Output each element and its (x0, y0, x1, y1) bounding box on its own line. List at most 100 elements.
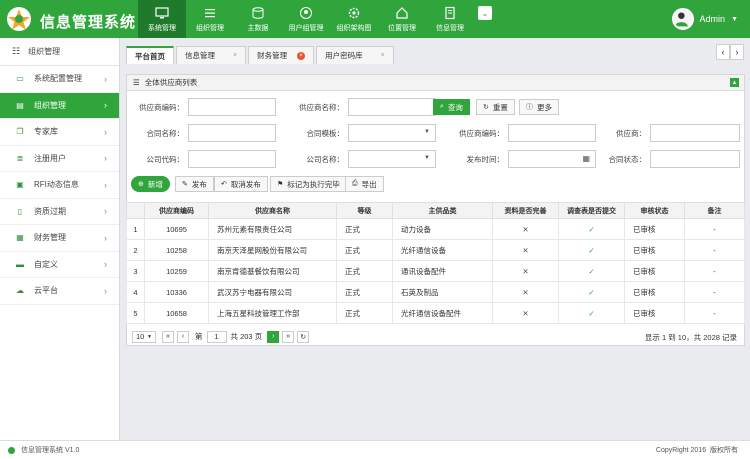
user-menu[interactable]: Admin ▼ (671, 8, 738, 30)
chevron-right-icon: › (104, 179, 107, 190)
footer-rights: 版权所有 (710, 447, 738, 454)
col-complete[interactable]: 资料是否完善 (492, 202, 559, 219)
add-button[interactable]: ⊕ 新增 (131, 176, 170, 192)
cross-icon: ✕ (492, 302, 559, 324)
chevron-left-icon: ‹ (181, 333, 185, 340)
contract-status-input[interactable] (650, 150, 740, 168)
undo-icon: ↶ (221, 181, 227, 188)
list-icon: ≣ (16, 153, 24, 163)
tab-nav: ‹ › (716, 44, 744, 60)
sidebar-item-rfi[interactable]: ▣ RFI动态信息 › (0, 172, 119, 199)
table-row[interactable]: 2 10258 南京天泽星网股份有限公司 正式 光纤通信设备 ✕ ✓ 已审核 - (126, 239, 745, 261)
chevron-right-icon: › (104, 259, 107, 270)
nav-org-management[interactable]: 组织管理 (186, 0, 234, 38)
company-code-input[interactable] (188, 150, 276, 168)
nav-user-group[interactable]: 用户组管理 (282, 0, 330, 38)
chevron-right-icon: › (104, 126, 107, 137)
close-icon[interactable]: × (297, 51, 306, 60)
tab-home[interactable]: 平台首页 (126, 46, 174, 64)
pagination: 10 ▼ « ‹ 第 1 共 203 页 › » ↻ 显示 1 到 10，共 20… (126, 327, 745, 346)
page-input[interactable]: 1 (206, 330, 227, 343)
contract-template-select[interactable]: ▼ (348, 124, 436, 142)
nav-more-button[interactable]: ⌄ (478, 6, 492, 20)
check-icon: ✓ (558, 302, 625, 324)
more-button[interactable]: ⓘ 更多 (519, 99, 559, 115)
filter-row-3: 公司代码： 公司名称： ▼ 发布时间： ▦ 合同状态： (130, 150, 740, 168)
sidebar: ☷ 组织管理 ▭ 系统配置管理 › ▤ 组织管理 › ❐ 专家库 › ≣ 注册用户 › ▣ RFI… (0, 38, 120, 440)
table-row[interactable]: 3 10259 南京肯德基餐饮有限公司 正式 通讯设备配件 ✕ ✓ 已审核 - (126, 260, 745, 282)
table-row[interactable]: 4 10336 武汉苏宁电器有限公司 正式 石英及制品 ✕ ✓ 已审核 - (126, 281, 745, 303)
supplier-input[interactable] (650, 124, 740, 142)
col-category[interactable]: 主供品类 (392, 202, 493, 219)
publish-button[interactable]: ✎ 发布 (175, 176, 214, 192)
close-icon[interactable]: × (381, 52, 385, 59)
close-icon[interactable]: × (233, 52, 237, 59)
col-status[interactable]: 审核状态 (624, 202, 685, 219)
col-note[interactable]: 备注 (684, 202, 745, 219)
cancel-publish-button[interactable]: ↶ 取消发布 (214, 176, 268, 192)
tab-finance[interactable]: 财务管理 × (248, 46, 315, 64)
nav-info-management[interactable]: 信息管理 (426, 0, 474, 38)
export-button[interactable]: ⎙ 导出 (345, 176, 384, 192)
sidebar-item-experts[interactable]: ❐ 专家库 › (0, 119, 119, 146)
collapse-button[interactable]: ▲ (730, 78, 739, 87)
supplier-code-input[interactable] (188, 98, 276, 116)
mark-done-button[interactable]: ⚑ 标记为执行完毕 (270, 176, 347, 192)
sidebar-item-registered-users[interactable]: ≣ 注册用户 › (0, 146, 119, 172)
top-bar: 信息管理系统 系统管理 组织管理 主数据 用户组管理 组织架构图 位置管理 信息… (0, 0, 750, 38)
sidebar-item-org-management[interactable]: ▤ 组织管理 › (0, 92, 119, 119)
filter-row-2: 合同名称： 合同模板： ▼ 供应商编码： 供应商： (130, 124, 740, 142)
sidebar-item-system-config[interactable]: ▭ 系统配置管理 › (0, 66, 119, 93)
publish-time-input[interactable]: ▦ (508, 150, 596, 168)
query-button[interactable]: ⌕ 查询 (433, 99, 470, 115)
cross-icon: ✕ (492, 260, 559, 282)
chevron-right-icon: › (104, 100, 107, 111)
chevron-right-icon: › (272, 333, 275, 340)
sidebar-item-expired[interactable]: ▯ 资质过期 › (0, 199, 119, 225)
tab-info-management[interactable]: 信息管理 × (176, 46, 247, 64)
col-submitted[interactable]: 调查表是否提交 (558, 202, 625, 219)
tab-prev-button[interactable]: ‹ (716, 44, 730, 60)
company-name-select[interactable]: ▼ (348, 150, 436, 168)
reset-button[interactable]: ↻ 重置 (476, 99, 515, 115)
col-supplier-code[interactable]: 供应商编码 (144, 202, 209, 219)
col-level[interactable]: 等级 (336, 202, 393, 219)
nav-master-data[interactable]: 主数据 (234, 0, 282, 38)
sidebar-item-cloud[interactable]: ☁ 云平台 › (0, 278, 119, 305)
col-supplier-name[interactable]: 供应商名称 (208, 202, 337, 219)
supplier-name-input[interactable] (348, 98, 436, 116)
tab-next-button[interactable]: › (730, 44, 744, 60)
chevron-right-icon: › (104, 232, 107, 243)
user-name: Admin (699, 14, 726, 24)
check-icon: ✓ (558, 281, 625, 303)
nav-location[interactable]: 位置管理 (378, 0, 426, 38)
contract-name-input[interactable] (188, 124, 276, 142)
sidebar-header: ☷ 组织管理 (0, 38, 119, 66)
gear-icon (348, 7, 360, 19)
sidebar-item-finance[interactable]: ▦ 财务管理 › (0, 225, 119, 252)
supplier-code2-input[interactable] (508, 124, 596, 142)
app-logo-icon (7, 7, 31, 31)
refresh-icon: ↻ (483, 104, 489, 111)
tab-password-store[interactable]: 用户密码库 × (316, 46, 394, 64)
table-row[interactable]: 1 10695 苏州元素有限责任公司 正式 动力设备 ✕ ✓ 已审核 - (126, 218, 745, 240)
page-label: 第 (195, 332, 203, 341)
supplier-code2-label: 供应商编码： (459, 128, 504, 138)
page-size-select[interactable]: 10 ▼ (132, 330, 156, 343)
list-icon (205, 9, 215, 18)
next-page-button[interactable]: › (267, 330, 280, 343)
document-icon (445, 6, 455, 20)
nav-system-management[interactable]: 系统管理 (138, 0, 186, 38)
caret-down-icon: ▼ (424, 155, 430, 161)
col-index (126, 202, 145, 219)
refresh-button[interactable]: ↻ (297, 330, 310, 343)
monitor-icon: ▭ (16, 74, 24, 84)
export-icon: ⎙ (352, 180, 358, 187)
sidebar-item-custom[interactable]: ▬ 自定义 › (0, 252, 119, 278)
record-info: 显示 1 到 10，共 2028 记录 (644, 333, 737, 342)
table-row[interactable]: 5 10658 上海五星科技管理工作部 正式 光纤通信设备配件 ✕ ✓ 已审核 … (126, 302, 745, 324)
first-page-button[interactable]: « (162, 330, 174, 343)
nav-org-chart[interactable]: 组织架构图 (330, 0, 378, 38)
last-page-button[interactable]: » (282, 330, 295, 343)
prev-page-button[interactable]: ‹ (177, 330, 189, 343)
